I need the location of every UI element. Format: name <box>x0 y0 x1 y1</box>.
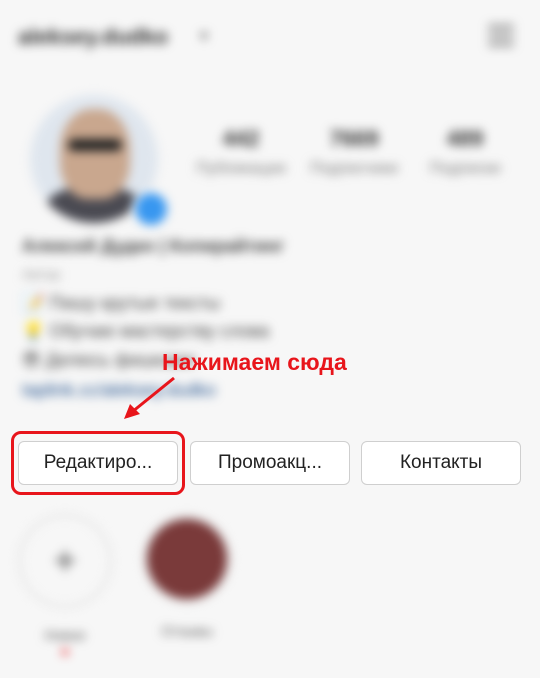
promotions-button[interactable]: Промоакц... <box>190 441 350 485</box>
highlight-new-circle[interactable]: + <box>19 515 111 607</box>
stat-following-label: Подписки <box>429 160 501 177</box>
profile-username[interactable]: aleksey.dudko <box>18 24 168 50</box>
bio-line-1: 📝 Пишу крутые тексты <box>22 293 221 313</box>
stat-posts-label: Публикации <box>196 160 286 177</box>
avatar-face <box>60 109 130 199</box>
annotation-arrow-icon <box>124 376 175 419</box>
plus-badge-icon[interactable] <box>132 190 170 228</box>
hamburger-menu-icon[interactable] <box>484 18 518 52</box>
avatar-glasses <box>68 139 122 151</box>
highlight-reviews-caption: Отзывы <box>161 623 213 639</box>
highlight-new[interactable]: + Новое <box>18 515 112 655</box>
stat-followers-label: Подписчики <box>309 160 398 177</box>
stat-following[interactable]: 489 Подписки <box>410 126 520 178</box>
highlight-new-caption: Новое <box>44 627 86 643</box>
bio-line-2: 💡 Обучаю мастерству слова <box>22 321 270 341</box>
highlight-new-dot <box>62 649 68 655</box>
bio-name: Алексей Дудко | Копирайтинг <box>22 236 285 256</box>
contacts-button[interactable]: Контакты <box>361 441 521 485</box>
stat-followers-value: 7669 <box>329 126 379 151</box>
plus-icon: + <box>53 538 77 583</box>
stat-posts[interactable]: 442 Публикации <box>186 126 296 178</box>
highlight-reviews[interactable]: Отзывы <box>140 515 234 639</box>
chevron-down-icon[interactable]: ▾ <box>200 26 208 46</box>
stat-following-value: 489 <box>446 126 484 151</box>
highlight-reviews-cover[interactable] <box>143 515 231 603</box>
bio-category: Автор <box>22 266 61 282</box>
annotation-label: Нажимаем сюда <box>162 349 347 375</box>
annotation-highlight-box <box>11 431 185 495</box>
stat-posts-value: 442 <box>222 126 260 151</box>
stat-followers[interactable]: 7669 Подписчики <box>299 126 409 178</box>
